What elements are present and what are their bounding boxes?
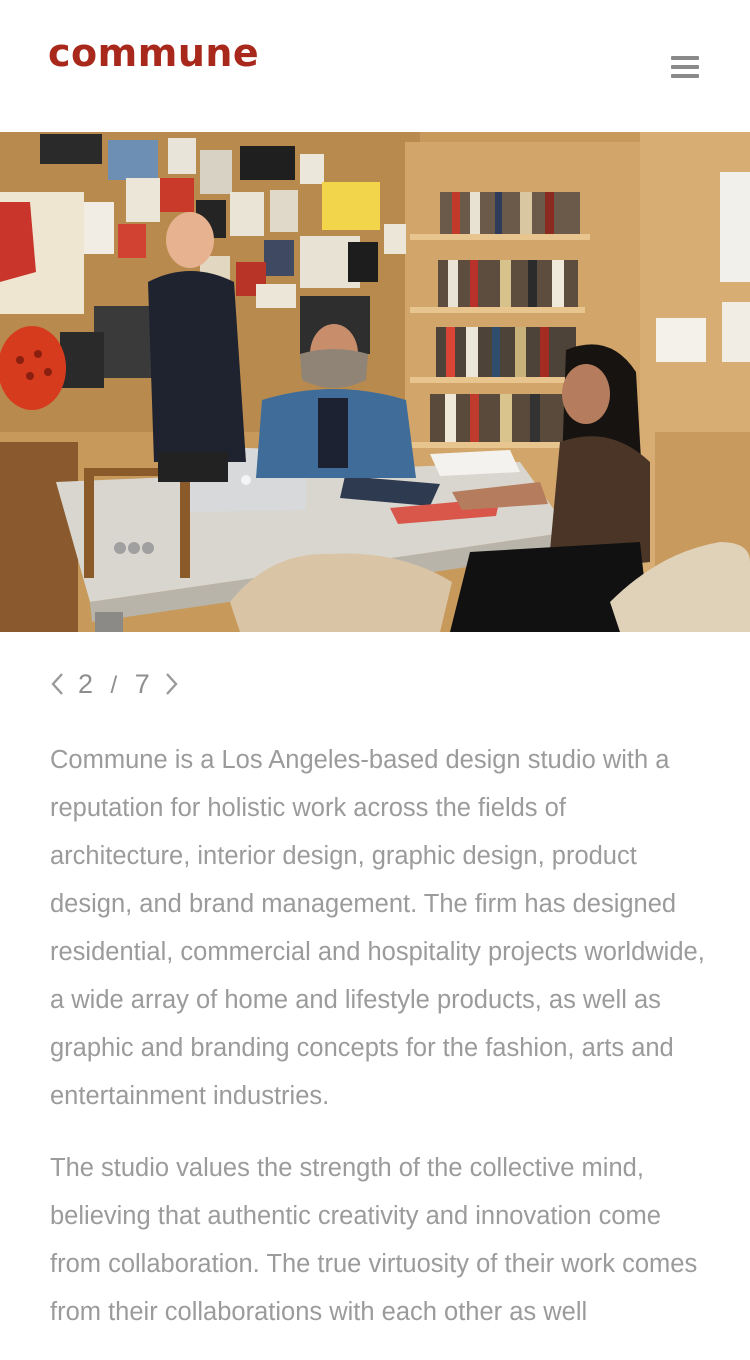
- paragraph-studio-values: The studio values the strength of the co…: [50, 1154, 698, 1326]
- slide-separator: /: [110, 671, 119, 699]
- chevron-left-icon[interactable]: [48, 669, 66, 699]
- hamburger-menu-icon[interactable]: [666, 50, 706, 86]
- site-header: commune: [0, 0, 750, 132]
- slide-total: 7: [134, 668, 151, 699]
- logo[interactable]: commune: [48, 34, 259, 72]
- about-text: Commune is a Los Angeles-based design st…: [50, 736, 708, 1360]
- slide-counter: 2 / 7: [78, 669, 151, 700]
- slide-current: 2: [78, 668, 95, 699]
- hero-image: [0, 132, 750, 632]
- chevron-right-icon[interactable]: [163, 669, 181, 699]
- paragraph-intro: Commune is a Los Angeles-based design st…: [50, 746, 705, 1110]
- studio-photo: [0, 132, 750, 632]
- slideshow-pager: 2 / 7: [48, 664, 181, 704]
